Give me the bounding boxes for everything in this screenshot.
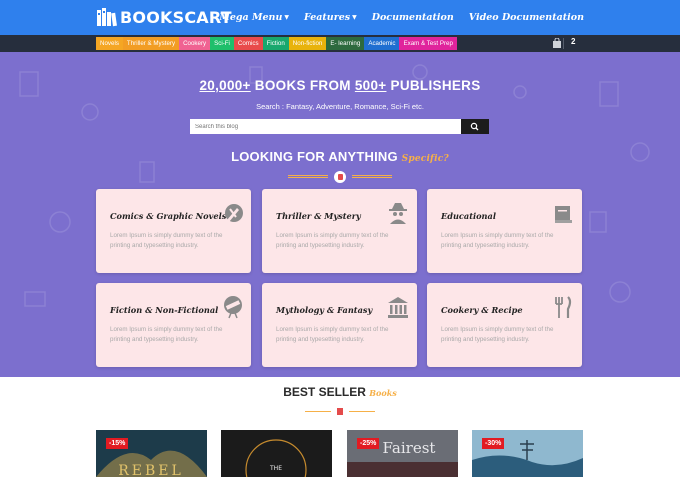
hero-subtitle: Search : Fantasy, Adventure, Romance, Sc… bbox=[256, 102, 424, 111]
books-logo-icon bbox=[97, 8, 117, 27]
search-input[interactable] bbox=[190, 119, 461, 134]
section-heading: LOOKING FOR ANYTHING Specific? bbox=[0, 149, 680, 164]
discount-badge: -30% bbox=[482, 438, 505, 449]
section-heading-accent: Specific? bbox=[401, 154, 449, 164]
category-pill[interactable]: Cookery bbox=[179, 37, 211, 50]
divider-line bbox=[352, 177, 392, 178]
brand-name: BOOKSCART bbox=[120, 7, 232, 27]
search-icon bbox=[470, 122, 479, 131]
category-card-educational[interactable]: Educational Lorem Ipsum is simply dummy … bbox=[427, 189, 582, 273]
hero-title-publishers-count: 500+ bbox=[354, 78, 387, 93]
category-pill[interactable]: Non-fiction bbox=[288, 37, 327, 50]
category-card-mythology[interactable]: Mythology & Fantasy Lorem Ipsum is simpl… bbox=[262, 283, 417, 367]
divider-line bbox=[288, 177, 328, 178]
nav-label: Mega Menu bbox=[219, 12, 283, 23]
nav-features[interactable]: Features ▼ bbox=[304, 12, 357, 23]
card-title: Cookery & Recipe bbox=[441, 305, 523, 315]
nav-label: Documentation bbox=[371, 12, 454, 23]
category-pill[interactable]: Sci-Fi bbox=[210, 37, 234, 50]
hero-section: 20,000+ BOOKS FROM 500+ PUBLISHERS Searc… bbox=[0, 52, 680, 377]
card-title: Mythology & Fantasy bbox=[276, 305, 373, 315]
category-card-comics[interactable]: Comics & Graphic Novels Lorem Ipsum is s… bbox=[96, 189, 251, 273]
book-mark-icon bbox=[334, 171, 346, 183]
book-card[interactable]: REBEL -15% bbox=[96, 430, 207, 477]
book-card[interactable]: THE bbox=[221, 430, 332, 477]
cart-divider bbox=[563, 38, 564, 49]
heading-divider bbox=[288, 171, 392, 183]
book-card[interactable]: Fairest -25% bbox=[347, 430, 458, 477]
category-pill[interactable]: E- learning bbox=[326, 37, 365, 50]
chevron-down-icon: ▼ bbox=[284, 14, 289, 21]
main-nav: Mega Menu ▼ Features ▼ Documentation Video… bbox=[219, 0, 584, 35]
category-pill[interactable]: Novels bbox=[96, 37, 123, 50]
best-seller-heading-accent: Books bbox=[369, 388, 397, 398]
hero-title-books-count: 20,000+ bbox=[199, 78, 251, 93]
card-description: Lorem Ipsum is simply dummy text of the … bbox=[110, 326, 223, 343]
card-title: Fiction & Non-Fictional bbox=[110, 305, 219, 315]
card-title: Educational bbox=[441, 211, 496, 221]
category-pill[interactable]: Comics bbox=[233, 37, 263, 50]
hero-title: 20,000+ BOOKS FROM 500+ PUBLISHERS bbox=[0, 78, 680, 93]
category-card-thriller[interactable]: Thriller & Mystery Lorem Ipsum is simply… bbox=[262, 189, 417, 273]
card-title: Thriller & Mystery bbox=[276, 211, 361, 221]
book-card[interactable]: -30% bbox=[472, 430, 583, 477]
discount-badge: -15% bbox=[106, 438, 129, 449]
category-pill[interactable]: Exam & Test Prep bbox=[399, 37, 457, 50]
card-title: Comics & Graphic Novels bbox=[110, 211, 227, 221]
divider-line bbox=[349, 411, 375, 412]
best-seller-heading: BEST SELLER Books bbox=[0, 385, 680, 399]
category-pill[interactable]: Fiction bbox=[262, 37, 289, 50]
pen-brush-icon bbox=[225, 204, 243, 222]
detective-icon bbox=[389, 203, 407, 224]
card-description: Lorem Ipsum is simply dummy text of the … bbox=[441, 326, 554, 343]
book-cover-title: THE bbox=[269, 465, 282, 472]
divider-line bbox=[305, 411, 331, 412]
telescope-icon bbox=[224, 296, 242, 319]
category-pill[interactable]: Academic bbox=[364, 37, 400, 50]
top-header: BOOKSCART Mega Menu ▼ Features ▼ Documenta… bbox=[0, 0, 680, 35]
section-heading-text: LOOKING FOR ANYTHING bbox=[231, 149, 402, 164]
divider-line bbox=[288, 175, 328, 176]
hero-title-text-end: PUBLISHERS bbox=[386, 78, 481, 93]
book-icon bbox=[555, 206, 572, 223]
discount-badge: -25% bbox=[357, 438, 380, 449]
book-mark-icon bbox=[337, 408, 343, 415]
cart-count[interactable]: 2 bbox=[571, 37, 575, 46]
fork-knife-icon bbox=[555, 296, 572, 318]
hero-title-text: BOOKS FROM bbox=[250, 78, 355, 93]
shopping-bag-icon[interactable] bbox=[552, 38, 562, 48]
book-cover: THE bbox=[245, 439, 307, 477]
book-cover-title: REBEL bbox=[118, 463, 184, 477]
site-logo[interactable]: BOOKSCART bbox=[96, 6, 232, 28]
category-pill[interactable]: Thriller & Mystery bbox=[122, 37, 180, 50]
category-card-fiction[interactable]: Fiction & Non-Fictional Lorem Ipsum is s… bbox=[96, 283, 251, 367]
nav-documentation[interactable]: Documentation bbox=[372, 12, 454, 23]
nav-mega-menu[interactable]: Mega Menu ▼ bbox=[219, 12, 289, 23]
category-card-cookery[interactable]: Cookery & Recipe Lorem Ipsum is simply d… bbox=[427, 283, 582, 367]
best-seller-heading-text: BEST SELLER bbox=[283, 385, 370, 399]
search-button[interactable] bbox=[461, 119, 489, 134]
chevron-down-icon: ▼ bbox=[352, 14, 357, 21]
book-cover-title: Fairest bbox=[383, 439, 436, 457]
nav-video-documentation[interactable]: Video Documentation bbox=[469, 12, 584, 23]
temple-icon bbox=[388, 297, 408, 318]
category-list: Novels Thriller & Mystery Cookery Sci-Fi Com… bbox=[96, 37, 457, 50]
card-description: Lorem Ipsum is simply dummy text of the … bbox=[276, 232, 389, 249]
divider-line bbox=[352, 175, 392, 176]
category-bar: Novels Thriller & Mystery Cookery Sci-Fi Com… bbox=[0, 35, 680, 52]
card-description: Lorem Ipsum is simply dummy text of the … bbox=[441, 232, 554, 249]
nav-label: Features bbox=[303, 12, 351, 23]
nav-label: Video Documentation bbox=[468, 12, 584, 23]
card-description: Lorem Ipsum is simply dummy text of the … bbox=[276, 326, 389, 343]
card-description: Lorem Ipsum is simply dummy text of the … bbox=[110, 232, 223, 249]
